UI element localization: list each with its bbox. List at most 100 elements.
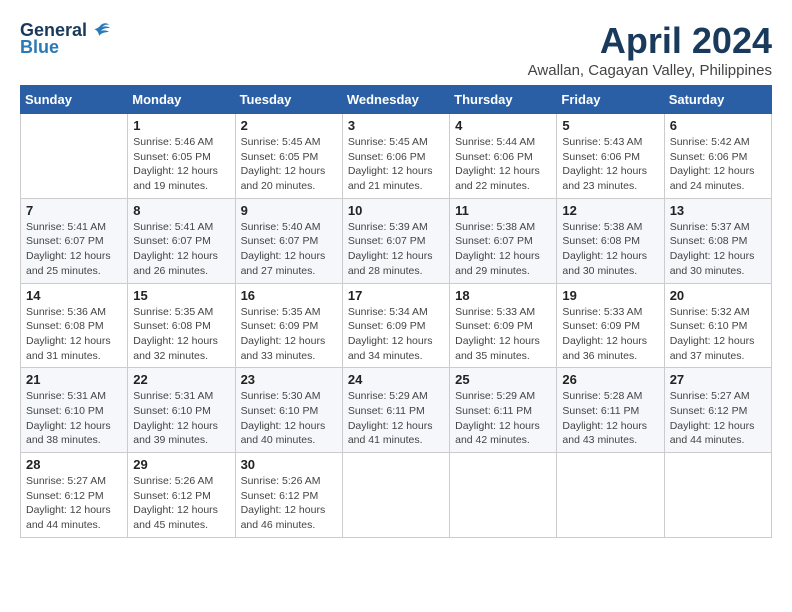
- day-info: Sunrise: 5:31 AM Sunset: 6:10 PM Dayligh…: [133, 389, 229, 448]
- calendar-day-cell: 26 Sunrise: 5:28 AM Sunset: 6:11 PM Dayli…: [557, 368, 664, 453]
- calendar-day-cell: 7 Sunrise: 5:41 AM Sunset: 6:07 PM Daylig…: [21, 198, 128, 283]
- day-info: Sunrise: 5:40 AM Sunset: 6:07 PM Dayligh…: [241, 220, 337, 279]
- day-number: 6: [670, 118, 766, 133]
- calendar-day-cell: [342, 453, 449, 538]
- day-info: Sunrise: 5:29 AM Sunset: 6:11 PM Dayligh…: [455, 389, 551, 448]
- day-number: 13: [670, 203, 766, 218]
- calendar-day-cell: 8Sunrise: 5:41 AM Sunset: 6:07 PM Daylig…: [128, 198, 235, 283]
- calendar-day-cell: 4 Sunrise: 5:44 AM Sunset: 6:06 PM Daylig…: [450, 114, 557, 199]
- day-info: Sunrise: 5:42 AM Sunset: 6:06 PM Dayligh…: [670, 135, 766, 194]
- day-number: 28: [26, 457, 122, 472]
- day-number: 25: [455, 372, 551, 387]
- location-subtitle: Awallan, Cagayan Valley, Philippines: [528, 62, 772, 79]
- calendar-day-cell: 19 Sunrise: 5:33 AM Sunset: 6:09 PM Dayli…: [557, 283, 664, 368]
- calendar-week-row: 28 Sunrise: 5:27 AM Sunset: 6:12 PM Dayli…: [21, 453, 772, 538]
- day-number: 26: [562, 372, 658, 387]
- day-number: 22: [133, 372, 229, 387]
- day-number: 23: [241, 372, 337, 387]
- day-info: Sunrise: 5:41 AM Sunset: 6:07 PM Dayligh…: [26, 220, 122, 279]
- day-number: 10: [348, 203, 444, 218]
- day-info: Sunrise: 5:27 AM Sunset: 6:12 PM Dayligh…: [26, 474, 122, 533]
- day-number: 14: [26, 288, 122, 303]
- calendar-day-cell: 21Sunrise: 5:31 AM Sunset: 6:10 PM Dayli…: [21, 368, 128, 453]
- calendar-day-cell: 2Sunrise: 5:45 AM Sunset: 6:05 PM Daylig…: [235, 114, 342, 199]
- weekday-header-cell: Sunday: [21, 86, 128, 114]
- calendar-week-row: 21 Sunrise: 5:31 AM Sunset: 6:10 PM Dayli…: [21, 368, 772, 453]
- day-info: Sunrise: 5:36 AM Sunset: 6:08 PM Dayligh…: [26, 305, 122, 364]
- calendar-day-cell: [21, 114, 128, 199]
- weekday-header-cell: Wednesday: [342, 86, 449, 114]
- calendar-week-row: 14 Sunrise: 5:36 AM Sunset: 6:08 PM Dayli…: [21, 283, 772, 368]
- day-number: 3: [348, 118, 444, 133]
- calendar-day-cell: 11Sunrise: 5:38 AM Sunset: 6:07 PM Dayli…: [450, 198, 557, 283]
- day-info: Sunrise: 5:28 AM Sunset: 6:11 PM Dayligh…: [562, 389, 658, 448]
- day-number: 17: [348, 288, 444, 303]
- calendar-day-cell: 10 Sunrise: 5:39 AM Sunset: 6:07 PM Dayli…: [342, 198, 449, 283]
- day-number: 19: [562, 288, 658, 303]
- day-info: Sunrise: 5:43 AM Sunset: 6:06 PM Dayligh…: [562, 135, 658, 194]
- day-number: 4: [455, 118, 551, 133]
- day-info: Sunrise: 5:35 AM Sunset: 6:09 PM Dayligh…: [241, 305, 337, 364]
- calendar-day-cell: 30 Sunrise: 5:26 AM Sunset: 6:12 PM Dayli…: [235, 453, 342, 538]
- day-info: Sunrise: 5:26 AM Sunset: 6:12 PM Dayligh…: [241, 474, 337, 533]
- calendar-day-cell: 14 Sunrise: 5:36 AM Sunset: 6:08 PM Dayli…: [21, 283, 128, 368]
- day-info: Sunrise: 5:35 AM Sunset: 6:08 PM Dayligh…: [133, 305, 229, 364]
- day-number: 27: [670, 372, 766, 387]
- title-area: April 2024 Awallan, Cagayan Valley, Phil…: [528, 20, 772, 79]
- day-number: 21: [26, 372, 122, 387]
- calendar-day-cell: [450, 453, 557, 538]
- day-info: Sunrise: 5:27 AM Sunset: 6:12 PM Dayligh…: [670, 389, 766, 448]
- calendar-day-cell: 23Sunrise: 5:30 AM Sunset: 6:10 PM Dayli…: [235, 368, 342, 453]
- day-info: Sunrise: 5:41 AM Sunset: 6:07 PM Dayligh…: [133, 220, 229, 279]
- calendar-day-cell: [664, 453, 771, 538]
- day-info: Sunrise: 5:39 AM Sunset: 6:07 PM Dayligh…: [348, 220, 444, 279]
- day-number: 29: [133, 457, 229, 472]
- calendar-day-cell: 12Sunrise: 5:38 AM Sunset: 6:08 PM Dayli…: [557, 198, 664, 283]
- day-number: 15: [133, 288, 229, 303]
- calendar-day-cell: 3 Sunrise: 5:45 AM Sunset: 6:06 PM Daylig…: [342, 114, 449, 199]
- calendar-day-cell: [557, 453, 664, 538]
- day-info: Sunrise: 5:45 AM Sunset: 6:05 PM Dayligh…: [241, 135, 337, 194]
- day-number: 12: [562, 203, 658, 218]
- calendar-day-cell: 29 Sunrise: 5:26 AM Sunset: 6:12 PM Dayli…: [128, 453, 235, 538]
- day-info: Sunrise: 5:44 AM Sunset: 6:06 PM Dayligh…: [455, 135, 551, 194]
- calendar-day-cell: 1Sunrise: 5:46 AM Sunset: 6:05 PM Daylig…: [128, 114, 235, 199]
- day-info: Sunrise: 5:45 AM Sunset: 6:06 PM Dayligh…: [348, 135, 444, 194]
- calendar-day-cell: 20 Sunrise: 5:32 AM Sunset: 6:10 PM Dayli…: [664, 283, 771, 368]
- day-number: 20: [670, 288, 766, 303]
- day-info: Sunrise: 5:32 AM Sunset: 6:10 PM Dayligh…: [670, 305, 766, 364]
- calendar-table: SundayMondayTuesdayWednesdayThursdayFrid…: [20, 85, 772, 538]
- day-info: Sunrise: 5:37 AM Sunset: 6:08 PM Dayligh…: [670, 220, 766, 279]
- day-info: Sunrise: 5:38 AM Sunset: 6:07 PM Dayligh…: [455, 220, 551, 279]
- calendar-day-cell: 16 Sunrise: 5:35 AM Sunset: 6:09 PM Dayli…: [235, 283, 342, 368]
- day-number: 16: [241, 288, 337, 303]
- day-number: 9: [241, 203, 337, 218]
- day-info: Sunrise: 5:46 AM Sunset: 6:05 PM Dayligh…: [133, 135, 229, 194]
- day-info: Sunrise: 5:29 AM Sunset: 6:11 PM Dayligh…: [348, 389, 444, 448]
- calendar-day-cell: 24 Sunrise: 5:29 AM Sunset: 6:11 PM Dayli…: [342, 368, 449, 453]
- month-title: April 2024: [528, 20, 772, 62]
- day-info: Sunrise: 5:26 AM Sunset: 6:12 PM Dayligh…: [133, 474, 229, 533]
- day-number: 30: [241, 457, 337, 472]
- logo-bird-icon: [89, 22, 111, 40]
- calendar-day-cell: 22 Sunrise: 5:31 AM Sunset: 6:10 PM Dayli…: [128, 368, 235, 453]
- day-number: 18: [455, 288, 551, 303]
- calendar-day-cell: 27 Sunrise: 5:27 AM Sunset: 6:12 PM Dayli…: [664, 368, 771, 453]
- day-number: 24: [348, 372, 444, 387]
- calendar-day-cell: 15 Sunrise: 5:35 AM Sunset: 6:08 PM Dayli…: [128, 283, 235, 368]
- calendar-day-cell: 18Sunrise: 5:33 AM Sunset: 6:09 PM Dayli…: [450, 283, 557, 368]
- header: General Blue April 2024 Awallan, Cagayan…: [20, 20, 772, 79]
- day-number: 5: [562, 118, 658, 133]
- weekday-header-cell: Friday: [557, 86, 664, 114]
- weekday-header-cell: Thursday: [450, 86, 557, 114]
- calendar-day-cell: 17Sunrise: 5:34 AM Sunset: 6:09 PM Dayli…: [342, 283, 449, 368]
- logo: General Blue: [20, 20, 111, 58]
- day-info: Sunrise: 5:33 AM Sunset: 6:09 PM Dayligh…: [562, 305, 658, 364]
- logo-blue-text: Blue: [20, 37, 59, 58]
- calendar-body: 1Sunrise: 5:46 AM Sunset: 6:05 PM Daylig…: [21, 114, 772, 538]
- weekday-header-cell: Tuesday: [235, 86, 342, 114]
- calendar-day-cell: 13 Sunrise: 5:37 AM Sunset: 6:08 PM Dayli…: [664, 198, 771, 283]
- day-number: 7: [26, 203, 122, 218]
- calendar-day-cell: 28 Sunrise: 5:27 AM Sunset: 6:12 PM Dayli…: [21, 453, 128, 538]
- calendar-week-row: 7 Sunrise: 5:41 AM Sunset: 6:07 PM Daylig…: [21, 198, 772, 283]
